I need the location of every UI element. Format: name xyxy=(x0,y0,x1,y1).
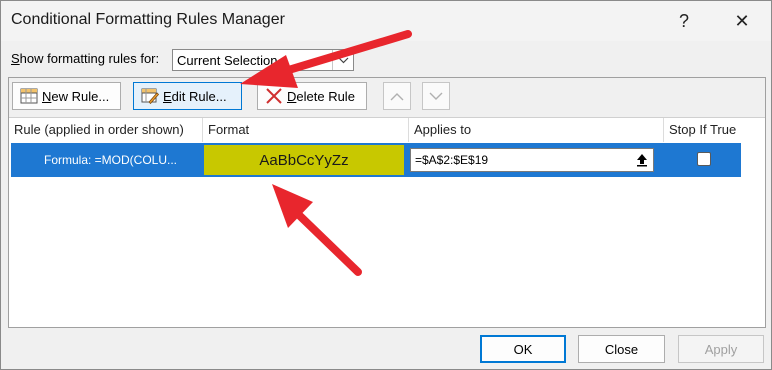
column-header-applies-to[interactable]: Applies to xyxy=(409,118,664,142)
edit-rule-button[interactable]: Edit Rule... xyxy=(133,82,242,110)
column-header-format[interactable]: Format xyxy=(203,118,409,142)
chevron-up-icon xyxy=(390,92,404,100)
column-header-stop-if-true[interactable]: Stop If True xyxy=(664,118,765,142)
close-window-button[interactable]: ✕ xyxy=(719,1,765,41)
delete-rule-label: Delete Rule xyxy=(287,88,355,104)
rules-panel: New Rule... Edit Rule... Delete Rule Rul… xyxy=(8,77,766,328)
ok-button[interactable]: OK xyxy=(480,335,566,363)
rule-row[interactable]: Formula: =MOD(COLU... AaBbCcYyZz =$A$2:$… xyxy=(11,143,741,177)
edit-rule-label: Edit Rule... xyxy=(163,88,227,104)
show-rules-selected: Current Selection xyxy=(177,53,278,68)
format-preview: AaBbCcYyZz xyxy=(204,145,404,175)
delete-rule-button[interactable]: Delete Rule xyxy=(257,82,367,110)
rule-description: Formula: =MOD(COLU... xyxy=(44,153,178,167)
apply-button[interactable]: Apply xyxy=(678,335,764,363)
chevron-down-icon xyxy=(332,50,353,70)
new-rule-button[interactable]: New Rule... xyxy=(12,82,121,110)
edit-rule-icon xyxy=(141,88,160,105)
move-down-button[interactable] xyxy=(422,82,450,110)
rules-toolbar: New Rule... Edit Rule... Delete Rule xyxy=(9,78,765,118)
window-title: Conditional Formatting Rules Manager xyxy=(11,11,285,28)
range-picker-icon[interactable] xyxy=(632,150,652,170)
column-header-rule[interactable]: Rule (applied in order shown) xyxy=(9,118,203,142)
stop-if-true-checkbox[interactable] xyxy=(697,152,711,166)
applies-to-value: =$A$2:$E$19 xyxy=(415,153,489,167)
delete-x-icon xyxy=(265,88,283,104)
title-bar: Conditional Formatting Rules Manager ? ✕ xyxy=(1,1,771,41)
show-rules-dropdown[interactable]: Current Selection xyxy=(172,49,354,71)
close-button[interactable]: Close xyxy=(578,335,665,363)
chevron-down-icon xyxy=(429,92,443,100)
new-rule-icon xyxy=(20,88,38,104)
show-rules-label: Show formatting rules for: xyxy=(11,51,160,66)
conditional-formatting-dialog: Conditional Formatting Rules Manager ? ✕… xyxy=(0,0,772,370)
move-up-button[interactable] xyxy=(383,82,411,110)
new-rule-label: New Rule... xyxy=(42,88,110,104)
help-button[interactable]: ? xyxy=(661,1,707,41)
applies-to-field[interactable]: =$A$2:$E$19 xyxy=(410,148,654,172)
